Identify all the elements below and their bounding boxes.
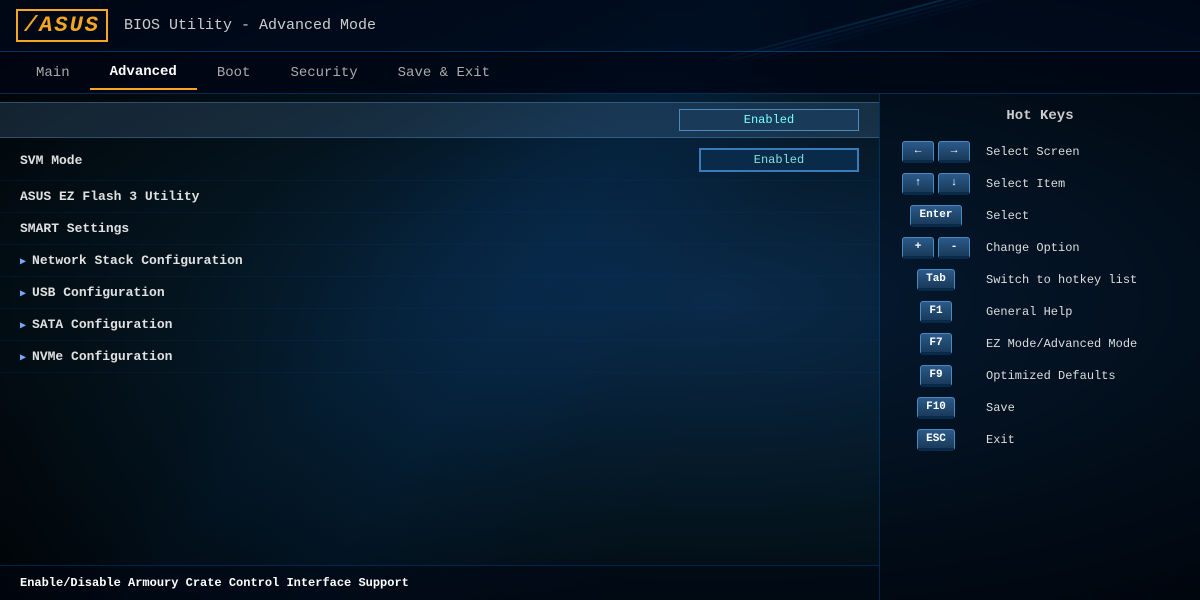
hotkey-tab-keys: Tab	[896, 269, 976, 291]
key-plus: +	[902, 237, 934, 259]
usb-config-label: USB Configuration	[20, 285, 165, 300]
nav-save-exit[interactable]: Save & Exit	[378, 57, 510, 89]
hotkey-f10-desc: Save	[986, 401, 1015, 415]
hotkey-f7: F7 EZ Mode/Advanced Mode	[880, 328, 1200, 360]
highlighted-value[interactable]: Enabled	[679, 109, 859, 131]
hotkey-esc: ESC Exit	[880, 424, 1200, 456]
hotkey-select-item-desc: Select Item	[986, 177, 1065, 191]
key-down-arrow: ↓	[938, 173, 970, 195]
key-tab: Tab	[917, 269, 955, 291]
hotkey-f1-keys: F1	[896, 301, 976, 323]
nav-bar: Main Advanced Boot Security Save & Exit	[0, 52, 1200, 94]
hotkey-esc-keys: ESC	[896, 429, 976, 451]
network-stack-label: Network Stack Configuration	[20, 253, 243, 268]
hotkey-change-option-desc: Change Option	[986, 241, 1080, 255]
key-up-arrow: ↑	[902, 173, 934, 195]
hotkey-enter: Enter Select	[880, 200, 1200, 232]
network-stack-row[interactable]: Network Stack Configuration	[0, 245, 879, 277]
hotkey-select-screen-desc: Select Screen	[986, 145, 1080, 159]
hotkey-f9-keys: F9	[896, 365, 976, 387]
left-panel: Enabled SVM Mode Enabled ASUS EZ Flash 3…	[0, 94, 880, 600]
key-f10: F10	[917, 397, 955, 419]
key-minus: -	[938, 237, 970, 259]
settings-area: Enabled SVM Mode Enabled ASUS EZ Flash 3…	[0, 94, 879, 565]
header: /ASUS BIOS Utility - Advanced Mode	[0, 0, 1200, 52]
nav-security[interactable]: Security	[270, 57, 377, 89]
hotkey-tab-desc: Switch to hotkey list	[986, 273, 1137, 287]
key-f1: F1	[920, 301, 952, 323]
smart-settings-label: SMART Settings	[20, 221, 129, 236]
key-esc: ESC	[917, 429, 955, 451]
ez-flash-row[interactable]: ASUS EZ Flash 3 Utility	[0, 181, 879, 213]
asus-logo: /ASUS	[16, 9, 108, 42]
nvme-config-row[interactable]: NVMe Configuration	[0, 341, 879, 373]
usb-config-row[interactable]: USB Configuration	[0, 277, 879, 309]
sata-config-label: SATA Configuration	[20, 317, 172, 332]
key-f9: F9	[920, 365, 952, 387]
hotkey-select-item: ↑ ↓ Select Item	[880, 168, 1200, 200]
hotkey-f10-keys: F10	[896, 397, 976, 419]
hotkey-f10: F10 Save	[880, 392, 1200, 424]
hotkey-f9: F9 Optimized Defaults	[880, 360, 1200, 392]
nav-main[interactable]: Main	[16, 57, 90, 89]
hotkey-esc-desc: Exit	[986, 433, 1015, 447]
hotkeys-panel: Hot Keys ← → Select Screen ↑ ↓ Select It…	[880, 94, 1200, 600]
hotkey-change-option-keys: + -	[896, 237, 976, 259]
svm-mode-label: SVM Mode	[20, 153, 82, 168]
hotkey-enter-keys: Enter	[896, 205, 976, 227]
hotkey-enter-desc: Select	[986, 209, 1029, 223]
ez-flash-label: ASUS EZ Flash 3 Utility	[20, 189, 199, 204]
hotkey-select-screen-keys: ← →	[896, 141, 976, 163]
hotkey-change-option: + - Change Option	[880, 232, 1200, 264]
key-f7: F7	[920, 333, 952, 355]
hotkey-f7-keys: F7	[896, 333, 976, 355]
hotkey-f7-desc: EZ Mode/Advanced Mode	[986, 337, 1137, 351]
hotkey-f1: F1 General Help	[880, 296, 1200, 328]
key-right-arrow: →	[938, 141, 970, 163]
hotkey-f1-desc: General Help	[986, 305, 1072, 319]
svm-mode-value[interactable]: Enabled	[699, 148, 859, 172]
nav-boot[interactable]: Boot	[197, 57, 271, 89]
hotkeys-title: Hot Keys	[880, 104, 1200, 136]
main-content: Enabled SVM Mode Enabled ASUS EZ Flash 3…	[0, 94, 1200, 600]
bios-title: BIOS Utility - Advanced Mode	[124, 17, 376, 34]
key-left-arrow: ←	[902, 141, 934, 163]
key-enter: Enter	[910, 205, 961, 227]
svm-mode-row[interactable]: SVM Mode Enabled	[0, 140, 879, 181]
hotkey-f9-desc: Optimized Defaults	[986, 369, 1116, 383]
smart-settings-row[interactable]: SMART Settings	[0, 213, 879, 245]
sata-config-row[interactable]: SATA Configuration	[0, 309, 879, 341]
hotkey-tab: Tab Switch to hotkey list	[880, 264, 1200, 296]
hotkey-select-item-keys: ↑ ↓	[896, 173, 976, 195]
nav-advanced[interactable]: Advanced	[90, 56, 197, 90]
footer-description: Enable/Disable Armoury Crate Control Int…	[0, 565, 879, 600]
nvme-config-label: NVMe Configuration	[20, 349, 172, 364]
hotkey-select-screen: ← → Select Screen	[880, 136, 1200, 168]
highlighted-row[interactable]: Enabled	[0, 102, 879, 138]
